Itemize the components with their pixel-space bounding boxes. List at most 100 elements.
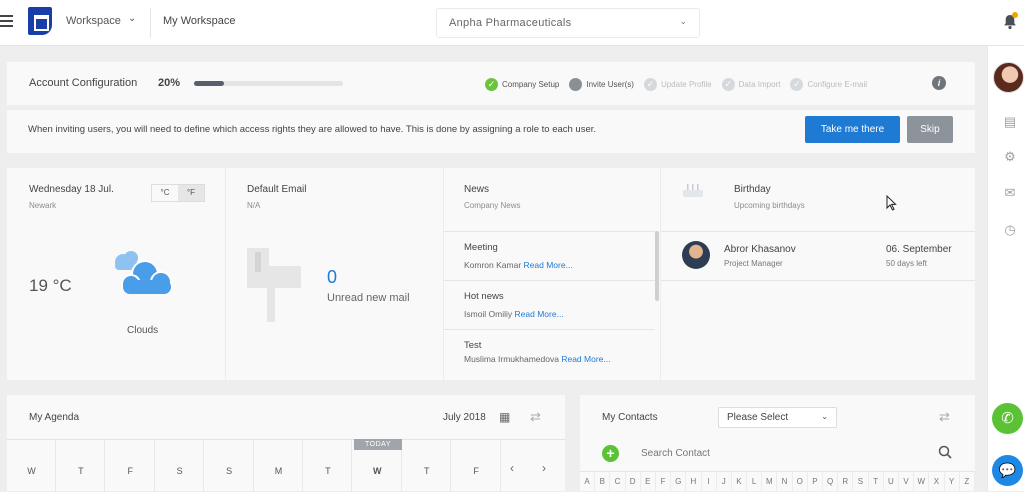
calendar-day-label: T (423, 466, 430, 476)
alphabet-letter[interactable]: K (732, 472, 748, 491)
calendar-day[interactable]: T (56, 440, 106, 492)
calendar-day[interactable]: W (7, 440, 56, 492)
celsius-option[interactable]: °C (152, 185, 178, 201)
gear-icon[interactable]: ⚙ (1003, 150, 1017, 164)
alphabet-letter[interactable]: M (762, 472, 778, 491)
chevron-right-icon[interactable]: › (542, 461, 546, 475)
divider (225, 168, 226, 380)
step-dot-icon: ✓ (721, 77, 735, 91)
alphabet-letter[interactable]: H (686, 472, 702, 491)
read-more-link[interactable]: Read More... (524, 260, 573, 270)
search-contact-input[interactable] (641, 448, 891, 459)
info-icon[interactable]: i (932, 76, 946, 90)
top-bar: Workspace ⌄ My Workspace Anpha Pharmaceu… (0, 0, 1024, 46)
dashboard-icon[interactable]: ▤ (1003, 115, 1017, 129)
step-dot-icon (569, 77, 583, 91)
alphabet-letter[interactable]: L (747, 472, 763, 491)
setup-step[interactable]: Invite User(s) (569, 77, 634, 91)
setup-step[interactable]: ✓ Configure E-mail (790, 77, 867, 91)
news-item-title: Test (464, 340, 482, 351)
chevron-left-icon[interactable]: ‹ (510, 461, 514, 475)
search-icon[interactable] (938, 445, 952, 459)
skip-button[interactable]: Skip (907, 116, 953, 143)
alphabet-letter[interactable]: I (702, 472, 717, 491)
setup-step[interactable]: ✓ Update Profile (643, 77, 712, 91)
contacts-select[interactable]: Please Select ⌄ (718, 407, 837, 428)
alphabet-letter[interactable]: V (899, 472, 915, 491)
alphabet-letter[interactable]: N (777, 472, 793, 491)
news-item[interactable]: Meeting Komron Kamar Read More... (444, 231, 655, 281)
step-dot-icon: ✓ (790, 77, 804, 91)
alphabet-letter[interactable]: B (595, 472, 611, 491)
alphabet-letter[interactable]: P (808, 472, 823, 491)
avatar (682, 241, 710, 269)
invite-banner: When inviting users, you will need to de… (7, 110, 975, 153)
alphabet-letter[interactable]: U (884, 472, 899, 491)
app-logo[interactable] (28, 7, 52, 35)
calendar-icon[interactable]: ▦ (499, 410, 510, 424)
alphabet-letter[interactable]: E (641, 472, 656, 491)
setup-steps: ✓ Company Setup Invite User(s) ✓ Update Prof… (485, 76, 877, 92)
alphabet-letter[interactable]: X (929, 472, 945, 491)
refresh-icon[interactable]: ⇄ (939, 409, 950, 425)
setup-step[interactable]: ✓ Company Setup (485, 77, 560, 91)
calendar-day[interactable]: S (205, 440, 254, 492)
calendar-day-label: M (274, 466, 283, 476)
alphabet-letter[interactable]: C (610, 472, 626, 491)
alphabet-filter: ABCDEFGHIJKLMNOPQRSTUVWXYZ (580, 471, 975, 491)
alphabet-letter[interactable]: W (914, 472, 930, 491)
alphabet-letter[interactable]: A (580, 472, 596, 491)
company-select[interactable]: Anpha Pharmaceuticals ⌄ (436, 8, 700, 38)
read-more-link[interactable]: Read More... (561, 354, 610, 364)
weather-location: Newark (29, 201, 57, 210)
news-scrollbar[interactable] (655, 231, 659, 301)
alphabet-letter[interactable]: R (838, 472, 854, 491)
alphabet-letter[interactable]: Z (960, 472, 975, 491)
setup-step-label: Company Setup (502, 79, 560, 89)
clock-icon[interactable]: ◷ (1003, 223, 1017, 237)
calendar-day[interactable]: S (155, 440, 205, 492)
menu-icon[interactable] (0, 12, 14, 32)
alphabet-letter[interactable]: Y (945, 472, 960, 491)
calendar-day[interactable]: T (402, 440, 452, 492)
phone-icon[interactable]: ✆ (992, 403, 1023, 434)
unit-toggle[interactable]: °C °F (151, 184, 205, 202)
birthday-role: Project Manager (724, 259, 783, 268)
divider (150, 8, 151, 38)
alphabet-letter[interactable]: S (853, 472, 869, 491)
add-contact-button[interactable]: + (602, 445, 619, 462)
calendar-day[interactable]: F (452, 440, 501, 492)
setup-step[interactable]: ✓ Data Import (721, 77, 780, 91)
take-me-there-button[interactable]: Take me there (805, 116, 900, 143)
refresh-icon[interactable]: ⇄ (530, 409, 541, 425)
news-item-body: Ismoil Omiliy Read More... (464, 308, 624, 320)
news-item[interactable]: Hot news Ismoil Omiliy Read More... (444, 280, 655, 330)
calendar-day[interactable]: M (254, 440, 303, 492)
alphabet-letter[interactable]: F (656, 472, 672, 491)
alphabet-letter[interactable]: G (671, 472, 687, 491)
read-more-link[interactable]: Read More... (515, 309, 564, 319)
progress-percent: 20% (158, 77, 181, 89)
birthday-sub: Upcoming birthdays (734, 201, 805, 210)
alphabet-letter[interactable]: O (793, 472, 808, 491)
chat-icon[interactable]: 💬 (992, 455, 1023, 486)
news-item-author: Komron Kamar (464, 260, 522, 270)
fahrenheit-option[interactable]: °F (178, 185, 204, 201)
alphabet-letter[interactable]: J (717, 472, 732, 491)
news-item[interactable]: Test Muslima Irmukhamedova Read More... (444, 329, 655, 380)
workspace-label[interactable]: Workspace (66, 15, 121, 27)
alphabet-letter[interactable]: Q (823, 472, 839, 491)
chevron-down-icon[interactable]: ⌄ (128, 13, 136, 24)
user-avatar[interactable] (993, 62, 1024, 93)
week-row: WTFSSMTWTF (7, 439, 565, 492)
alphabet-letter[interactable]: T (869, 472, 884, 491)
calendar-day[interactable]: T (303, 440, 353, 492)
news-title: News (464, 184, 490, 195)
alphabet-letter[interactable]: D (626, 472, 641, 491)
birthday-row[interactable]: Abror Khasanov Project Manager 06. Septe… (661, 231, 975, 281)
mailbox-icon (245, 246, 301, 322)
mail-icon[interactable]: ✉ (1003, 186, 1017, 200)
birthday-date: 06. September (886, 244, 952, 255)
calendar-day[interactable]: F (106, 440, 155, 492)
news-item-body: Muslima Irmukhamedova Read More... (464, 353, 624, 365)
